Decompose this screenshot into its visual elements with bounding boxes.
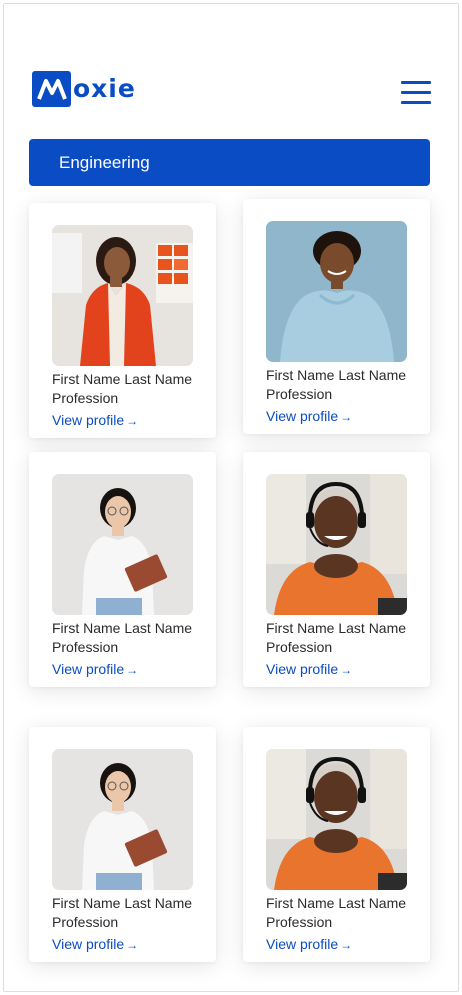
arrow-right-icon: → [126, 938, 139, 952]
moxie-logo[interactable]: oxie [32, 71, 136, 107]
arrow-right-icon: → [340, 938, 353, 952]
profile-name: First Name Last Name [266, 367, 407, 383]
profile-profession: Profession [266, 639, 333, 655]
profile-card: First Name Last Name Profession View pro… [29, 452, 216, 687]
profile-profession: Profession [52, 639, 119, 655]
logo-text: oxie [73, 74, 136, 103]
profile-name: First Name Last Name [52, 895, 193, 911]
arrow-right-icon: → [126, 663, 139, 677]
arrow-right-icon: → [126, 414, 139, 428]
profile-name: First Name Last Name [52, 371, 193, 387]
logo-mark [32, 71, 71, 107]
category-dropdown[interactable]: Engineering [29, 139, 430, 186]
profile-photo [52, 474, 193, 615]
view-profile-link[interactable]: View profile → [52, 935, 138, 954]
profile-card: First Name Last Name Profession View pro… [243, 199, 430, 434]
arrow-right-icon: → [340, 410, 353, 424]
profile-photo [52, 225, 193, 366]
profile-card: First Name Last Name Profession View pro… [29, 203, 216, 438]
view-profile-link[interactable]: View profile → [266, 407, 352, 426]
view-profile-link[interactable]: View profile → [52, 411, 138, 430]
category-label: Engineering [59, 153, 150, 172]
profile-profession: Profession [266, 386, 333, 402]
hamburger-menu-icon[interactable] [401, 81, 431, 107]
profile-name: First Name Last Name [266, 895, 407, 911]
profile-name: First Name Last Name [52, 620, 193, 636]
view-profile-link[interactable]: View profile → [266, 935, 352, 954]
arrow-right-icon: → [340, 663, 353, 677]
profile-card: First Name Last Name Profession View pro… [243, 452, 430, 687]
profile-card: First Name Last Name Profession View pro… [243, 727, 430, 962]
view-profile-link[interactable]: View profile → [266, 660, 352, 679]
profile-profession: Profession [266, 914, 333, 930]
profile-card: First Name Last Name Profession View pro… [29, 727, 216, 962]
profile-profession: Profession [52, 390, 119, 406]
profile-photo [52, 749, 193, 890]
view-profile-link[interactable]: View profile → [52, 660, 138, 679]
phone-frame: oxie Engineering First Name Last Name Pr… [3, 3, 459, 992]
profile-photo [266, 749, 407, 890]
profile-photo [266, 474, 407, 615]
profile-name: First Name Last Name [266, 620, 407, 636]
profile-photo [266, 221, 407, 362]
profile-profession: Profession [52, 914, 119, 930]
